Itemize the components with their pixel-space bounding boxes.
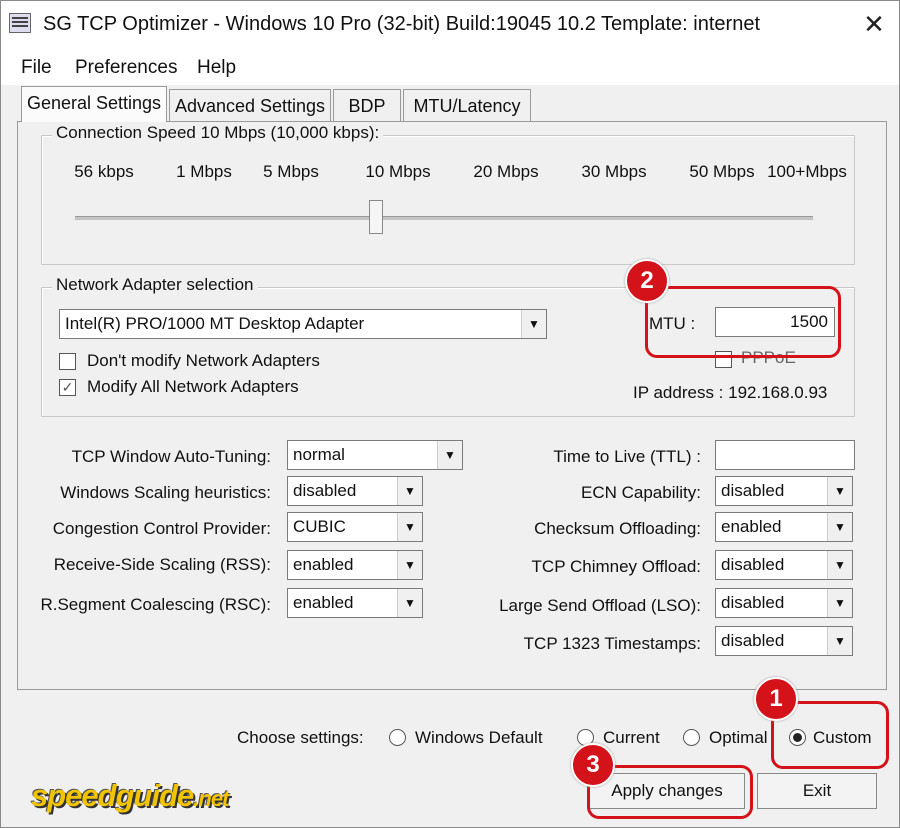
radio-current-label[interactable]: Current (603, 728, 660, 748)
select-value: enabled (293, 555, 354, 574)
speed-tick-label: 56 kbps (74, 162, 134, 181)
congestion-provider-select[interactable]: CUBIC ▼ (287, 512, 423, 542)
speedguide-watermark: speedguide.net (31, 778, 229, 814)
callout-badge-3: 3 (571, 743, 615, 787)
select-value: enabled (721, 517, 782, 536)
radio-windows-default[interactable] (389, 729, 406, 746)
setting-label: Time to Live (TTL) : (553, 447, 701, 466)
speed-slider-thumb[interactable] (369, 200, 383, 234)
tcp1323-timestamps-select[interactable]: disabled ▼ (715, 626, 853, 656)
setting-label: ECN Capability: (581, 483, 701, 502)
tab-general-settings[interactable]: General Settings (21, 86, 167, 122)
callout-box-mtu (645, 286, 841, 358)
select-value: disabled (721, 593, 785, 612)
speed-tick-label: 30 Mbps (581, 162, 647, 181)
speed-tick-label: 100+Mbps (767, 162, 847, 181)
connection-speed-group: Connection Speed 10 Mbps (10,000 kbps): (41, 123, 855, 265)
speed-slider-track[interactable] (75, 216, 813, 220)
tab-bdp[interactable]: BDP (333, 89, 401, 121)
menu-bar: File Preferences Help (1, 49, 899, 85)
watermark-main: speedguide (31, 778, 194, 813)
close-icon[interactable]: ✕ (859, 9, 889, 39)
dropdown-arrow-icon: ▼ (827, 627, 852, 655)
dropdown-arrow-icon: ▼ (827, 513, 852, 541)
select-value: disabled (721, 631, 785, 650)
ttl-field[interactable] (715, 440, 855, 470)
callout-badge-2: 2 (625, 259, 669, 303)
network-adapter-legend: Network Adapter selection (52, 275, 258, 295)
setting-label: Congestion Control Provider: (52, 519, 271, 538)
modify-all-label: Modify All Network Adapters (87, 377, 299, 396)
setting-label: Windows Scaling heuristics: (60, 483, 271, 502)
dropdown-arrow-icon: ▼ (397, 551, 422, 579)
app-window: SG TCP Optimizer - Windows 10 Pro (32-bi… (0, 0, 900, 828)
dropdown-arrow-icon: ▼ (397, 477, 422, 505)
menu-file[interactable]: File (21, 57, 52, 79)
dropdown-arrow-icon: ▼ (521, 310, 546, 338)
exit-button[interactable]: Exit (757, 773, 877, 809)
adapter-select-value: Intel(R) PRO/1000 MT Desktop Adapter (65, 314, 365, 333)
lso-select[interactable]: disabled ▼ (715, 588, 853, 618)
tab-mtu-latency[interactable]: MTU/Latency (403, 89, 531, 121)
dont-modify-label: Don't modify Network Adapters (87, 351, 320, 370)
choose-settings-label: Choose settings: (237, 728, 364, 747)
ip-address-label: IP address : 192.168.0.93 (633, 383, 828, 402)
select-value: disabled (721, 481, 785, 500)
rss-select[interactable]: enabled ▼ (287, 550, 423, 580)
dropdown-arrow-icon: ▼ (827, 551, 852, 579)
setting-label: R.Segment Coalescing (RSC): (40, 595, 271, 614)
dropdown-arrow-icon: ▼ (397, 513, 422, 541)
setting-label: TCP 1323 Timestamps: (523, 634, 701, 653)
select-value: disabled (721, 555, 785, 574)
modify-all-checkbox[interactable]: ✓ (59, 379, 76, 396)
rsc-select[interactable]: enabled ▼ (287, 588, 423, 618)
tcp-chimney-select[interactable]: disabled ▼ (715, 550, 853, 580)
tcp-autotuning-select[interactable]: normal ▼ (287, 440, 463, 470)
title-bar: SG TCP Optimizer - Windows 10 Pro (32-bi… (1, 1, 899, 49)
ecn-select[interactable]: disabled ▼ (715, 476, 853, 506)
select-value: CUBIC (293, 517, 346, 536)
watermark-tld: .net (193, 786, 229, 811)
select-value: enabled (293, 593, 354, 612)
checksum-offloading-select[interactable]: enabled ▼ (715, 512, 853, 542)
connection-speed-legend: Connection Speed 10 Mbps (10,000 kbps): (52, 123, 384, 143)
speed-tick-label: 50 Mbps (689, 162, 755, 181)
dropdown-arrow-icon: ▼ (397, 589, 422, 617)
radio-optimal[interactable] (683, 729, 700, 746)
app-icon (9, 13, 31, 33)
setting-label: TCP Chimney Offload: (531, 557, 701, 576)
select-value: disabled (293, 481, 357, 500)
select-value: normal (293, 445, 345, 464)
scaling-heuristics-select[interactable]: disabled ▼ (287, 476, 423, 506)
menu-preferences[interactable]: Preferences (75, 57, 177, 79)
radio-windows-default-label[interactable]: Windows Default (415, 728, 543, 748)
radio-optimal-label[interactable]: Optimal (709, 728, 768, 748)
setting-label: Checksum Offloading: (534, 519, 701, 538)
setting-label: Receive-Side Scaling (RSS): (53, 555, 271, 574)
window-title: SG TCP Optimizer - Windows 10 Pro (32-bi… (43, 13, 761, 35)
adapter-select[interactable]: Intel(R) PRO/1000 MT Desktop Adapter ▼ (59, 309, 547, 339)
setting-label: TCP Window Auto-Tuning: (71, 447, 271, 466)
speed-tick-label: 10 Mbps (365, 162, 431, 181)
dont-modify-checkbox[interactable] (59, 353, 76, 370)
speed-tick-label: 5 Mbps (263, 162, 319, 181)
dropdown-arrow-icon: ▼ (827, 477, 852, 505)
callout-badge-1: 1 (754, 677, 798, 721)
menu-help[interactable]: Help (197, 57, 236, 79)
speed-tick-label: 20 Mbps (473, 162, 539, 181)
speed-tick-label: 1 Mbps (176, 162, 232, 181)
setting-label: Large Send Offload (LSO): (499, 596, 701, 615)
dropdown-arrow-icon: ▼ (827, 589, 852, 617)
tab-advanced-settings[interactable]: Advanced Settings (169, 89, 331, 121)
